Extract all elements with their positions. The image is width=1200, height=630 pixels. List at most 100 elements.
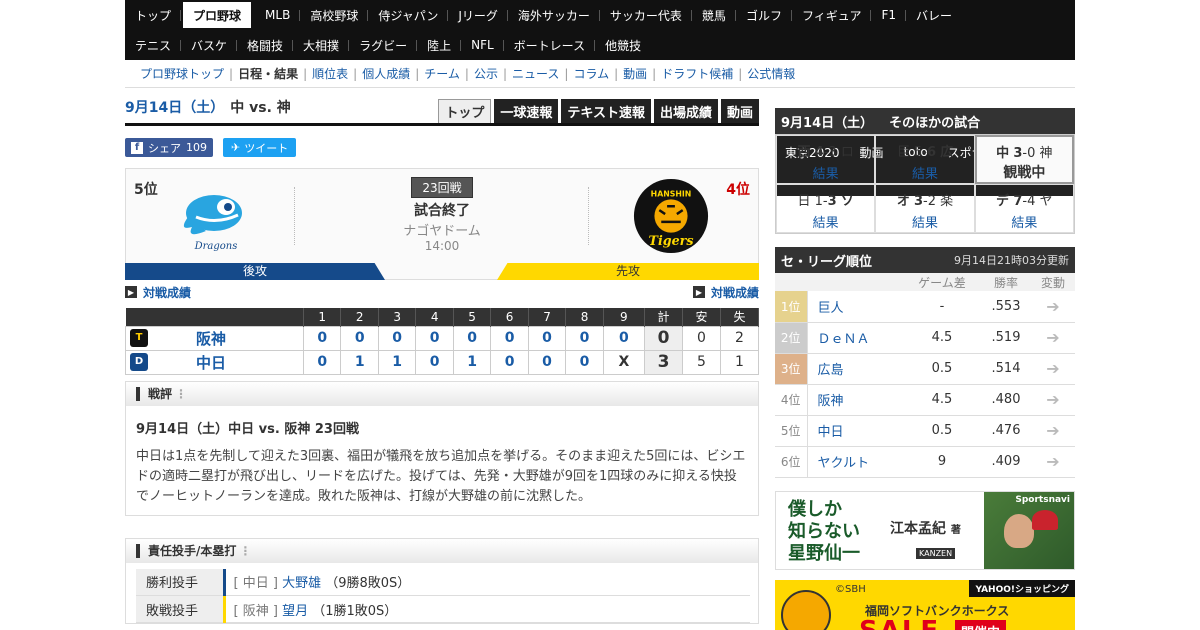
- nav-other[interactable]: 他競技: [595, 30, 651, 60]
- other-game[interactable]: 西 4-3 ロ 結果: [776, 135, 876, 184]
- book-author: 江本孟紀 著: [890, 520, 961, 537]
- hits: 5: [682, 349, 721, 375]
- line-score: 1 2 3 4 5 6 7 8 9 計 安 失 T 阪神 0 0 0 0 0 0…: [125, 308, 759, 375]
- dragons-logo[interactable]: Dragons: [176, 187, 256, 257]
- hawks-sale-banner[interactable]: ©SBH YAHOO!ショッピング 福岡ソフトバンクホークス SALE 開催中: [775, 579, 1075, 630]
- page: トップ プロ野球 MLB 高校野球 侍ジャパン Jリーグ 海外サッカー サッカー…: [125, 0, 1075, 630]
- tweet-button[interactable]: ✈ ツイート: [223, 138, 297, 157]
- standings-title: セ・リーグ順位: [781, 254, 873, 270]
- game-result-link[interactable]: 結果: [777, 212, 874, 231]
- home-rank: 5位: [134, 182, 158, 198]
- nav-top[interactable]: トップ: [125, 0, 182, 30]
- nav-boatrace[interactable]: ボートレース: [504, 30, 596, 60]
- other-games-heading: 9月14日（土） そのほかの試合: [775, 108, 1075, 134]
- hits: 0: [682, 325, 721, 351]
- current-game[interactable]: 中 3-0 神 観戦中: [974, 135, 1074, 184]
- facebook-icon: f: [131, 141, 143, 154]
- team-link[interactable]: ヤクルト: [807, 446, 903, 478]
- nav-sumo[interactable]: 大相撲: [293, 30, 350, 60]
- tigers-logo[interactable]: HANSHIN Tigers: [632, 177, 710, 255]
- responsible-pitchers-panel: 責任投手/本塁打 ⋮ 勝利投手 [ 中日 ] 大野雄 （9勝8敗0S） 敗戦投手 …: [125, 537, 759, 624]
- game-result-link[interactable]: 結果: [876, 212, 973, 231]
- team-link[interactable]: 巨人: [807, 291, 903, 323]
- nav-jleague[interactable]: Jリーグ: [448, 0, 508, 30]
- subnav-news[interactable]: ニュース: [507, 65, 564, 82]
- nav-athletics[interactable]: 陸上: [417, 30, 462, 60]
- dragons-icon: D: [130, 353, 148, 371]
- team-link[interactable]: 中日: [807, 415, 903, 447]
- line-score-row-away: T 阪神 0 0 0 0 0 0 0 0 0 0 0 2: [125, 325, 759, 351]
- team-name: 阪神: [196, 329, 227, 348]
- winning-pitcher-link[interactable]: 大野雄: [282, 576, 321, 591]
- nav-figure[interactable]: フィギュア: [792, 0, 872, 30]
- nav-koshien[interactable]: 高校野球: [300, 0, 369, 30]
- subnav-column[interactable]: コラム: [568, 65, 614, 82]
- head-to-head-link-left[interactable]: ▶ 対戦成績: [125, 284, 191, 301]
- score-box: 5位 4位 Dragons 23回戦 試合終了 ナゴヤドーム 14:00 HAN: [125, 168, 759, 280]
- svg-text:Dragons: Dragons: [194, 241, 238, 252]
- nav-fighting[interactable]: 格闘技: [237, 30, 294, 60]
- subnav-draft[interactable]: ドラフト候補: [656, 65, 738, 82]
- nav-rugby[interactable]: ラグビー: [349, 30, 418, 60]
- nav-basket[interactable]: バスケ: [181, 30, 238, 60]
- team-link[interactable]: ＤｅＮＡ: [807, 322, 903, 354]
- other-game[interactable]: 日 1-3 ソ 結果: [776, 184, 876, 233]
- subnav-standings[interactable]: 順位表: [307, 65, 353, 82]
- arrow-right-icon: ➔: [1031, 291, 1075, 323]
- responsible-pitchers-heading: 責任投手/本塁打 ⋮: [126, 538, 758, 563]
- nav-keiba[interactable]: 競馬: [692, 0, 736, 30]
- facebook-share-button[interactable]: f シェア 109: [125, 138, 213, 157]
- nav-tennis[interactable]: テニス: [125, 30, 182, 60]
- main-column: 9月14日（土）中 vs. 神 トップ 一球速報 テキスト速報 出場成績 動画 …: [125, 98, 759, 624]
- nav-golf[interactable]: ゴルフ: [736, 0, 792, 30]
- game-result-link[interactable]: 結果: [976, 212, 1073, 231]
- nav-samurai[interactable]: 侍ジャパン: [368, 0, 449, 30]
- standings-row: 6位 ヤクルト 9 .409 ➔: [775, 446, 1075, 478]
- team-name: 中日: [196, 353, 227, 372]
- game-header: 9月14日（土）中 vs. 神 トップ 一球速報 テキスト速報 出場成績 動画: [125, 98, 759, 126]
- tab-top[interactable]: トップ: [438, 99, 492, 123]
- other-game[interactable]: デ 7-4 ヤ 結果: [974, 184, 1074, 233]
- other-game[interactable]: オ 3-2 楽 結果: [875, 184, 975, 233]
- subnav-official[interactable]: 公式情報: [742, 65, 800, 82]
- game-result-link[interactable]: 結果: [876, 163, 973, 182]
- head-to-head-link-right[interactable]: ▶ 対戦成績: [692, 284, 759, 301]
- subnav-schedule[interactable]: 日程・結果: [233, 65, 303, 82]
- nav-mlb[interactable]: MLB: [255, 0, 301, 30]
- other-game[interactable]: 巨 5-6 広 結果: [875, 135, 975, 184]
- subnav-stats[interactable]: 個人成績: [357, 65, 415, 82]
- arrow-right-icon: ➔: [1031, 384, 1075, 416]
- total-runs: 0: [644, 325, 683, 351]
- nav-npb[interactable]: プロ野球: [183, 2, 252, 28]
- ad-photo: Sportsnavi: [984, 491, 1074, 569]
- losing-pitcher-link[interactable]: 望月: [282, 604, 308, 619]
- nav-f1[interactable]: F1: [871, 0, 906, 30]
- game-tabs: トップ 一球速報 テキスト速報 出場成績 動画: [438, 99, 759, 123]
- watching-label: 観戦中: [1003, 165, 1046, 181]
- team-link[interactable]: 阪神: [807, 384, 903, 416]
- mascot-image: [781, 589, 831, 630]
- standings-row: 1位 巨人 - .553 ➔: [775, 291, 1075, 323]
- tab-text-live[interactable]: テキスト速報: [561, 99, 651, 123]
- tab-box-score[interactable]: 出場成績: [653, 99, 718, 123]
- sportsnavi-logo: Sportsnavi: [1015, 494, 1070, 505]
- arrow-right-icon: ▶: [125, 286, 137, 298]
- svg-text:Tigers: Tigers: [649, 233, 694, 248]
- publisher-logo: KANZEN: [916, 547, 956, 559]
- nav-soccer-national[interactable]: サッカー代表: [600, 0, 692, 30]
- book-ad-banner[interactable]: 僕しか 知らない 星野仙一 江本孟紀 著 KANZEN Sportsnavi: [775, 490, 1075, 570]
- subnav-npb-top[interactable]: プロ野球トップ: [135, 65, 229, 82]
- share-bar: f シェア 109 ✈ ツイート: [125, 138, 759, 157]
- global-nav: トップ プロ野球 MLB 高校野球 侍ジャパン Jリーグ 海外サッカー サッカー…: [125, 0, 1075, 30]
- tab-pitch-by-pitch[interactable]: 一球速報: [494, 99, 559, 123]
- nav-volley[interactable]: バレー: [906, 0, 962, 30]
- nav-nfl[interactable]: NFL: [461, 30, 504, 60]
- nav-overseas-soccer[interactable]: 海外サッカー: [508, 0, 600, 30]
- tab-video[interactable]: 動画: [720, 99, 759, 123]
- subnav-video[interactable]: 動画: [618, 65, 652, 82]
- team-link[interactable]: 広島: [807, 353, 903, 385]
- subnav-teams[interactable]: チーム: [419, 65, 465, 82]
- yahoo-shopping-logo: YAHOO!ショッピング: [969, 579, 1075, 597]
- subnav-notices[interactable]: 公示: [469, 65, 503, 82]
- game-result-link[interactable]: 結果: [777, 163, 874, 182]
